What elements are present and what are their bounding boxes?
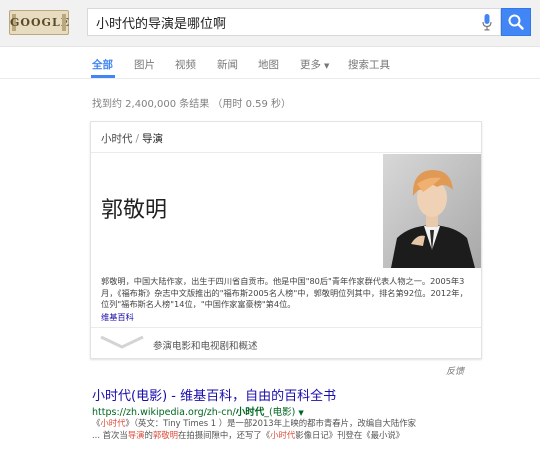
caret-down-icon: ▼ — [324, 62, 330, 70]
result-stats: 找到约 2,400,000 条结果 （用时 0.59 秒） — [92, 99, 292, 110]
expand-more-label: 参演电影和电视剧和概述 — [153, 341, 258, 352]
snippet-text: 的 — [144, 430, 153, 440]
search-tabs: 全部 图片 视频 新闻 地图 更多 ▼ 搜索工具 — [0, 48, 540, 79]
breadcrumb: 小时代 / 导演 — [101, 131, 163, 146]
feedback-link[interactable]: 反馈 — [446, 364, 464, 377]
source-link[interactable]: 维基百科 — [101, 311, 134, 323]
tab-videos[interactable]: 视频 — [175, 57, 196, 72]
tab-more[interactable]: 更多 ▼ — [300, 57, 329, 72]
result-url: https://zh.wikipedia.org/zh-cn/小时代_(电影) ▼ — [92, 404, 304, 418]
tab-maps[interactable]: 地图 — [258, 57, 279, 72]
entity-photo[interactable] — [383, 154, 481, 268]
expand-more-section[interactable]: 参演电影和电视剧和概述 — [91, 327, 481, 359]
tab-search-tools[interactable]: 搜索工具 — [348, 57, 390, 72]
tab-images[interactable]: 图片 — [134, 57, 155, 72]
entity-name: 郭敬明 — [101, 198, 168, 223]
snippet-highlight: 导演 — [127, 430, 145, 440]
chevron-down-icon — [100, 335, 144, 349]
search-input[interactable] — [96, 12, 476, 32]
snippet-line-2: ... 首次当导演的郭敬明在拍摄间隙中，还写了《小时代影像日记》刊登在《最小说》 — [92, 429, 492, 441]
search-button[interactable] — [501, 8, 531, 36]
entity-description: 郭敬明，中国大陆作家，出生于四川省自贡市。他是中国"80后"青年作家群代表人物之… — [101, 276, 468, 309]
snippet-text: 影像日记》刊登在《最小说》 — [295, 430, 405, 440]
snippet-line-1: 《小时代》（英文：Tiny Times 1 ）是一部2013年上映的都市青春片，… — [92, 417, 492, 429]
tab-more-label: 更多 — [300, 59, 321, 71]
logo-text: GOOGLE — [10, 16, 71, 29]
snippet-highlight: 小时代 — [100, 418, 126, 428]
snippet-text: 》（英文：Tiny Times 1 ）是一部2013年上映的都市青春片，改编自大… — [125, 418, 417, 428]
breadcrumb-link[interactable]: 小时代 — [101, 133, 133, 145]
active-tab-indicator — [91, 75, 115, 78]
search-box[interactable] — [87, 8, 501, 36]
portrait-image — [383, 154, 481, 268]
caret-down-icon[interactable]: ▼ — [298, 409, 303, 417]
snippet-text: 在拍摄间隙中，还写了《 — [178, 430, 271, 440]
snippet-highlight: 郭敬明 — [152, 430, 179, 440]
tab-all[interactable]: 全部 — [92, 57, 113, 72]
snippet-highlight: 小时代 — [270, 430, 296, 440]
tab-news[interactable]: 新闻 — [217, 57, 238, 72]
top-bar: GOOGLE — [0, 0, 540, 47]
result-title-link[interactable]: 小时代(电影) - 维基百科，自由的百科全书 — [92, 385, 336, 404]
google-doodle-logo[interactable]: GOOGLE — [9, 10, 69, 35]
search-icon — [508, 14, 524, 30]
divider — [91, 152, 481, 153]
mic-icon[interactable] — [482, 14, 492, 31]
snippet-text: ... 首次当 — [92, 430, 128, 440]
result-snippet: 《小时代》（英文：Tiny Times 1 ）是一部2013年上映的都市青春片，… — [92, 417, 492, 441]
knowledge-panel: 小时代 / 导演 郭敬明 郭敬明，中国大陆作家，出生于四川省自贡市。他是中国"80后… — [90, 121, 482, 359]
breadcrumb-current: 导演 — [142, 133, 164, 145]
breadcrumb-separator: / — [135, 133, 140, 145]
